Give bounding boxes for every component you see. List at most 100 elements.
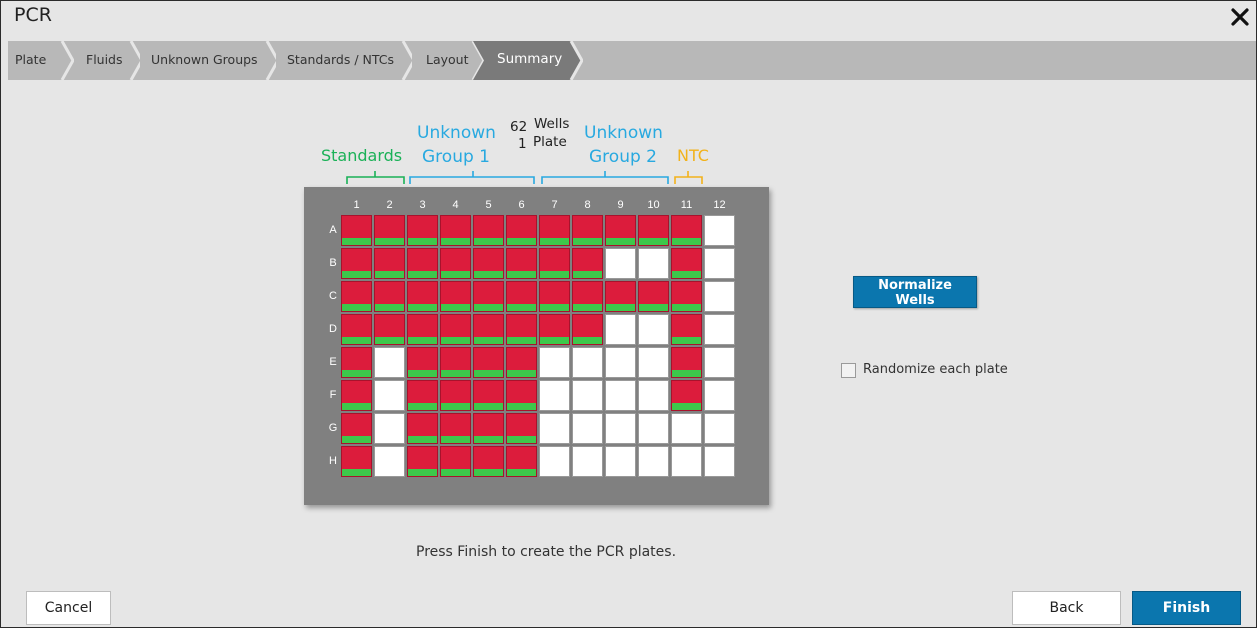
- well-E1[interactable]: [341, 347, 372, 378]
- well-H2[interactable]: [374, 446, 405, 477]
- well-A1[interactable]: [341, 215, 372, 246]
- well-B10[interactable]: [638, 248, 669, 279]
- well-A4[interactable]: [440, 215, 471, 246]
- well-F5[interactable]: [473, 380, 504, 411]
- well-G4[interactable]: [440, 413, 471, 444]
- well-A5[interactable]: [473, 215, 504, 246]
- well-H11[interactable]: [671, 446, 702, 477]
- well-F12[interactable]: [704, 380, 735, 411]
- well-C2[interactable]: [374, 281, 405, 312]
- well-F8[interactable]: [572, 380, 603, 411]
- well-H3[interactable]: [407, 446, 438, 477]
- well-F1[interactable]: [341, 380, 372, 411]
- well-B12[interactable]: [704, 248, 735, 279]
- well-B3[interactable]: [407, 248, 438, 279]
- well-D8[interactable]: [572, 314, 603, 345]
- well-H9[interactable]: [605, 446, 636, 477]
- well-D12[interactable]: [704, 314, 735, 345]
- well-H12[interactable]: [704, 446, 735, 477]
- well-F7[interactable]: [539, 380, 570, 411]
- well-C12[interactable]: [704, 281, 735, 312]
- well-G6[interactable]: [506, 413, 537, 444]
- back-button[interactable]: Back: [1012, 591, 1121, 625]
- well-C3[interactable]: [407, 281, 438, 312]
- well-A9[interactable]: [605, 215, 636, 246]
- well-G9[interactable]: [605, 413, 636, 444]
- well-A12[interactable]: [704, 215, 735, 246]
- well-F9[interactable]: [605, 380, 636, 411]
- well-H4[interactable]: [440, 446, 471, 477]
- well-D4[interactable]: [440, 314, 471, 345]
- well-F6[interactable]: [506, 380, 537, 411]
- well-A8[interactable]: [572, 215, 603, 246]
- cancel-button[interactable]: Cancel: [26, 591, 111, 625]
- well-A7[interactable]: [539, 215, 570, 246]
- well-A3[interactable]: [407, 215, 438, 246]
- well-H6[interactable]: [506, 446, 537, 477]
- well-E6[interactable]: [506, 347, 537, 378]
- well-B5[interactable]: [473, 248, 504, 279]
- well-C9[interactable]: [605, 281, 636, 312]
- well-E8[interactable]: [572, 347, 603, 378]
- well-E7[interactable]: [539, 347, 570, 378]
- well-D6[interactable]: [506, 314, 537, 345]
- well-E10[interactable]: [638, 347, 669, 378]
- well-F10[interactable]: [638, 380, 669, 411]
- well-E11[interactable]: [671, 347, 702, 378]
- well-E9[interactable]: [605, 347, 636, 378]
- well-H8[interactable]: [572, 446, 603, 477]
- well-H5[interactable]: [473, 446, 504, 477]
- well-F3[interactable]: [407, 380, 438, 411]
- well-A10[interactable]: [638, 215, 669, 246]
- well-B6[interactable]: [506, 248, 537, 279]
- well-D11[interactable]: [671, 314, 702, 345]
- well-D7[interactable]: [539, 314, 570, 345]
- well-G8[interactable]: [572, 413, 603, 444]
- well-H1[interactable]: [341, 446, 372, 477]
- well-C8[interactable]: [572, 281, 603, 312]
- well-E4[interactable]: [440, 347, 471, 378]
- well-C11[interactable]: [671, 281, 702, 312]
- well-F4[interactable]: [440, 380, 471, 411]
- well-F2[interactable]: [374, 380, 405, 411]
- finish-button[interactable]: Finish: [1132, 591, 1241, 625]
- well-D3[interactable]: [407, 314, 438, 345]
- well-A11[interactable]: [671, 215, 702, 246]
- well-C10[interactable]: [638, 281, 669, 312]
- well-G12[interactable]: [704, 413, 735, 444]
- well-E5[interactable]: [473, 347, 504, 378]
- well-B1[interactable]: [341, 248, 372, 279]
- well-B7[interactable]: [539, 248, 570, 279]
- well-D9[interactable]: [605, 314, 636, 345]
- well-C6[interactable]: [506, 281, 537, 312]
- well-C1[interactable]: [341, 281, 372, 312]
- normalize-wells-button[interactable]: Normalize Wells: [853, 276, 977, 308]
- well-G1[interactable]: [341, 413, 372, 444]
- well-G10[interactable]: [638, 413, 669, 444]
- well-B9[interactable]: [605, 248, 636, 279]
- well-A6[interactable]: [506, 215, 537, 246]
- well-E12[interactable]: [704, 347, 735, 378]
- well-D2[interactable]: [374, 314, 405, 345]
- well-G11[interactable]: [671, 413, 702, 444]
- well-G2[interactable]: [374, 413, 405, 444]
- well-C7[interactable]: [539, 281, 570, 312]
- well-C4[interactable]: [440, 281, 471, 312]
- well-H10[interactable]: [638, 446, 669, 477]
- well-B4[interactable]: [440, 248, 471, 279]
- well-B8[interactable]: [572, 248, 603, 279]
- well-G3[interactable]: [407, 413, 438, 444]
- well-B11[interactable]: [671, 248, 702, 279]
- well-G7[interactable]: [539, 413, 570, 444]
- well-D1[interactable]: [341, 314, 372, 345]
- well-B2[interactable]: [374, 248, 405, 279]
- well-A2[interactable]: [374, 215, 405, 246]
- well-F11[interactable]: [671, 380, 702, 411]
- well-E2[interactable]: [374, 347, 405, 378]
- well-D5[interactable]: [473, 314, 504, 345]
- well-G5[interactable]: [473, 413, 504, 444]
- randomize-checkbox[interactable]: [841, 363, 856, 378]
- well-D10[interactable]: [638, 314, 669, 345]
- well-C5[interactable]: [473, 281, 504, 312]
- well-E3[interactable]: [407, 347, 438, 378]
